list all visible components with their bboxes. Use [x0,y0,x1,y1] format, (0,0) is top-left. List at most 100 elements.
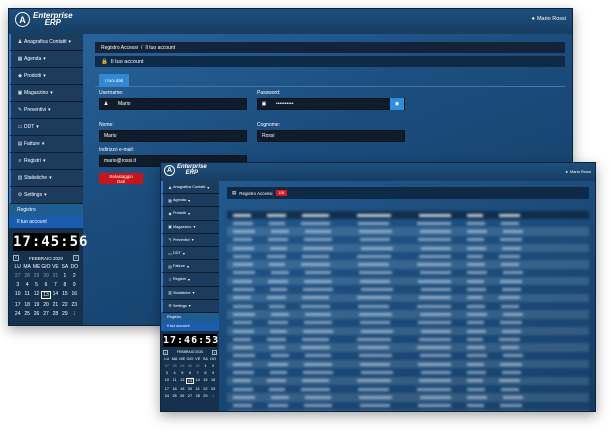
calendar-day[interactable]: 25 [171,394,179,398]
calendar-day[interactable]: 17 [163,387,171,391]
calendar-day-today[interactable]: 13 [186,377,194,384]
calendar-day[interactable]: 18 [22,302,31,308]
calendar-day[interactable]: 31 [51,273,60,279]
calendar-day[interactable]: 9 [70,282,79,288]
calendar-day[interactable]: 6 [186,371,194,375]
sidebar-item-anagrafica-contatti[interactable]: ♟ Anagrafica Contatti ▾ [9,34,83,51]
calendar-day[interactable]: 24 [13,311,22,317]
calendar-day[interactable]: 27 [41,311,50,317]
sidebar-item-preventivi[interactable]: ✎ Preventivi ▾ [161,233,219,247]
sidebar-subitem-registro[interactable]: Registro [9,204,83,216]
calendar-day[interactable]: 23 [209,387,217,391]
nome-field[interactable]: Mario [99,130,247,142]
calendar-day[interactable]: 8 [60,282,69,288]
sidebar-item-ddt[interactable]: ▭ DDT ▾ [161,246,219,261]
calendar-day[interactable]: 4 [171,371,179,375]
calendar-day[interactable]: 14 [51,291,60,299]
calendar-day[interactable]: 7 [194,371,202,375]
sidebar-item-settings[interactable]: ⚙ Settings ▾ [161,299,219,313]
calendar-next-button[interactable]: › [212,349,217,355]
calendar-day[interactable]: 21 [51,302,60,308]
calendar-day[interactable]: 27 [163,364,171,368]
sidebar-item-registri[interactable]: ≡ Registri ▾ [161,273,219,287]
calendar-day[interactable]: 29 [60,311,69,317]
sidebar-item-anagrafica-contatti[interactable]: ♟ Anagrafica Contatti ▾ [161,181,219,195]
calendar-day[interactable]: 10 [13,291,22,299]
calendar-day[interactable]: 21 [194,387,202,391]
calendar-day[interactable]: 6 [41,282,50,288]
sidebar-subitem-registro[interactable]: Registro [161,312,219,322]
calendar-day[interactable]: 26 [178,394,186,398]
sidebar-item-ddt[interactable]: ▭ DDT ▾ [9,119,83,136]
calendar-day[interactable]: 29 [202,394,210,398]
sidebar-item-statistiche[interactable]: ▥ Statistiche ▾ [161,286,219,300]
sidebar-item-prodotti[interactable]: ◆ Prodotti ▾ [161,207,219,221]
calendar-day[interactable]: 3 [13,282,22,288]
calendar-day[interactable]: 28 [51,311,60,317]
sidebar-subitem-il-tuo-account[interactable]: Il tuo account [9,216,83,228]
calendar-day[interactable]: 1 [60,273,69,279]
app-logo[interactable]: A Enterprise ERP [164,164,207,176]
calendar-day[interactable]: 8 [202,371,210,375]
sidebar-subitem-il-tuo-account[interactable]: Il tuo account [161,321,219,331]
sidebar-item-fatture[interactable]: ▤ Fatture ▾ [161,260,219,274]
calendar-day[interactable]: 26 [32,311,41,317]
calendar-day[interactable]: 12 [178,378,186,384]
breadcrumb-parent[interactable]: Registro Accessi [101,45,138,51]
sidebar-item-magazzino[interactable]: ▣ Magazzino ▾ [161,220,219,234]
calendar-day[interactable]: 22 [60,302,69,308]
sidebar-item-agenda[interactable]: ▦ Agenda ▾ [161,194,219,208]
calendar-day[interactable]: 15 [202,378,210,384]
calendar-day[interactable]: 5 [178,371,186,375]
calendar-day[interactable]: 7 [51,282,60,288]
calendar-day-today[interactable]: 13 [41,291,51,299]
calendar-day[interactable]: 27 [13,273,22,279]
calendar-day[interactable]: 12 [32,291,41,299]
calendar-day[interactable]: 18 [171,387,179,391]
sidebar-item-prodotti[interactable]: ◆ Prodotti ▾ [9,68,83,85]
eye-icon[interactable]: ◉ [390,98,404,110]
calendar-day[interactable]: 23 [70,302,79,308]
calendar-day[interactable]: 3 [163,371,171,375]
calendar-day[interactable]: 17 [13,302,22,308]
calendar-day[interactable]: 20 [186,387,194,391]
calendar-day[interactable]: 9 [209,371,217,375]
password-field[interactable]: •••••••••• [276,101,390,107]
calendar-day[interactable]: 1 [209,394,217,398]
calendar-day[interactable]: 15 [60,291,69,299]
sidebar-item-settings[interactable]: ⚙ Settings ▾ [9,187,83,204]
calendar-day[interactable]: 28 [194,394,202,398]
calendar-day[interactable]: 4 [22,282,31,288]
calendar-day[interactable]: 20 [41,302,50,308]
app-logo[interactable]: A Enterprise ERP [15,11,73,27]
calendar-prev-button[interactable]: ‹ [13,255,19,261]
calendar-day[interactable]: 1 [202,364,210,368]
calendar-day[interactable]: 29 [32,273,41,279]
user-menu[interactable]: ● Mario Rossi [565,169,591,174]
calendar-day[interactable]: 28 [22,273,31,279]
sidebar-item-agenda[interactable]: ▦ Agenda ▾ [9,51,83,68]
save-data-button[interactable]: Salvataggio Dati [99,173,143,184]
calendar-day[interactable]: 1 [70,311,79,317]
calendar-day[interactable]: 19 [178,387,186,391]
username-field[interactable]: Mario [118,101,131,107]
calendar-day[interactable]: 10 [163,378,171,384]
sidebar-item-statistiche[interactable]: ▥ Statistiche ▾ [9,170,83,187]
calendar-next-button[interactable]: › [73,255,79,261]
cognome-field[interactable]: Rossi [257,130,405,142]
calendar-day[interactable]: 25 [22,311,31,317]
calendar-day[interactable]: 19 [32,302,41,308]
calendar-day[interactable]: 2 [209,364,217,368]
calendar-day[interactable]: 30 [41,273,50,279]
sidebar-item-preventivi[interactable]: ✎ Preventivi ▾ [9,102,83,119]
calendar-day[interactable]: 27 [186,394,194,398]
calendar-prev-button[interactable]: ‹ [163,349,168,355]
calendar-day[interactable]: 5 [32,282,41,288]
calendar-day[interactable]: 30 [186,364,194,368]
calendar-day[interactable]: 2 [70,273,79,279]
calendar-day[interactable]: 22 [202,387,210,391]
calendar-day[interactable]: 11 [22,291,31,299]
sidebar-item-fatture[interactable]: ▤ Fatture ▾ [9,136,83,153]
sidebar-item-magazzino[interactable]: ▣ Magazzino ▾ [9,85,83,102]
calendar-day[interactable]: 11 [171,378,179,384]
